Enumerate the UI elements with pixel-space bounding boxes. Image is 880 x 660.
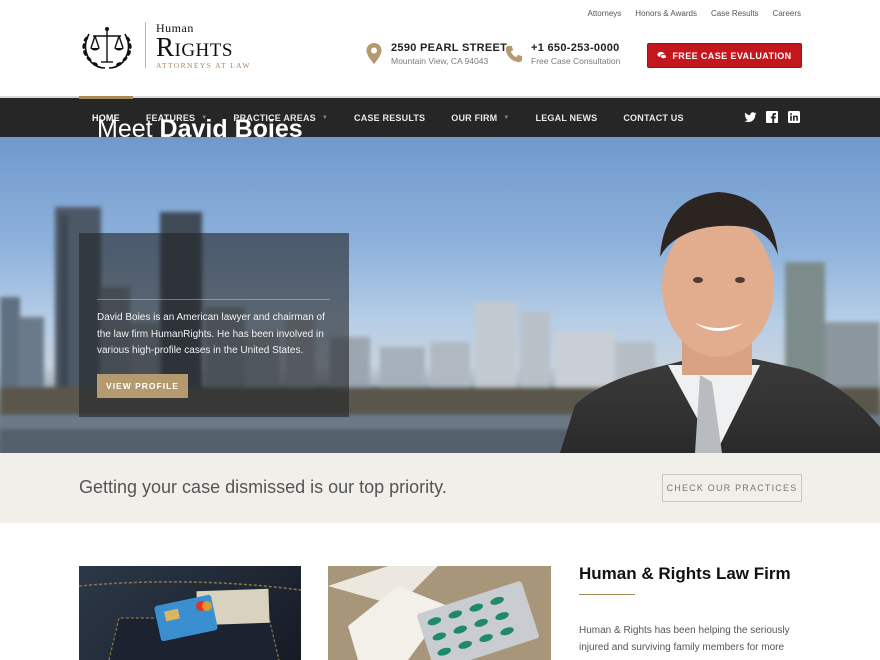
jeans-pocket-photo	[79, 581, 301, 660]
address-city: Mountain View, CA 94043	[391, 56, 489, 66]
top-link-case-results[interactable]: Case Results	[711, 9, 759, 18]
chevron-down-icon: ▼	[503, 114, 510, 121]
thumbnail-medication[interactable]	[328, 566, 551, 660]
nav-item-label: OUR FIRM	[451, 112, 498, 123]
chat-bubbles-icon	[657, 51, 668, 60]
logo-divider	[145, 22, 146, 68]
hero-description: David Boies is an American lawyer and ch…	[97, 312, 325, 356]
social-links	[743, 110, 801, 124]
chevron-down-icon: ▼	[321, 114, 329, 121]
hero-divider	[97, 299, 330, 300]
hero-title-bold: David Boies	[159, 115, 303, 143]
address-street: 2590 PEARL STREET	[391, 42, 508, 54]
logo-tagline: ATTORNEYS AT LAW	[156, 61, 251, 70]
logo-word-rights: Rights	[156, 32, 233, 62]
tagline-text: Getting your case dismissed is our top p…	[79, 477, 447, 497]
nav-item-legal-news[interactable]: LEGAL NEWS	[523, 98, 611, 137]
pill-blister-photo	[328, 566, 551, 660]
nav-item-our-firm[interactable]: OUR FIRM ▼	[438, 98, 522, 137]
check-our-practices-button[interactable]: CHECK OUR PRACTICES	[662, 474, 802, 502]
address-block: 2590 PEARL STREET Mountain View, CA 9404…	[365, 42, 507, 68]
tagline-band: Getting your case dismissed is our top p…	[0, 453, 880, 523]
scales-of-justice-icon	[82, 27, 132, 69]
linkedin-icon[interactable]	[787, 110, 801, 124]
top-links: Attorneys Honors & Awards Case Results C…	[588, 9, 802, 18]
top-link-attorneys[interactable]: Attorneys	[588, 9, 622, 18]
free-case-evaluation-label: FREE CASE EVALUATION	[672, 50, 792, 61]
site-logo[interactable]: Human Rights ATTORNEYS AT LAW	[79, 22, 251, 72]
top-link-careers[interactable]: Careers	[773, 9, 801, 18]
hero-title-light: Meet	[97, 115, 153, 143]
nav-item-label: LEGAL NEWS	[535, 112, 598, 123]
logo-text: Human Rights ATTORNEYS AT LAW	[156, 22, 251, 71]
view-profile-button[interactable]: VIEW PROFILE	[97, 374, 188, 398]
phone-block: +1 650-253-0000 Free Case Consultation	[505, 42, 620, 68]
top-link-honors-awards[interactable]: Honors & Awards	[635, 9, 697, 18]
hero-banner	[0, 137, 880, 453]
firm-section-title: Human & Rights Law Firm	[579, 564, 791, 583]
facebook-icon[interactable]	[765, 110, 779, 124]
phone-icon	[505, 45, 523, 63]
firm-section-text: Human & Rights has been helping the seri…	[579, 625, 790, 653]
nav-item-case-results[interactable]: CASE RESULTS	[341, 98, 438, 137]
phone-number[interactable]: +1 650-253-0000	[531, 42, 620, 55]
nav-item-contact-us[interactable]: CONTACT US	[610, 98, 696, 137]
twitter-icon[interactable]	[743, 110, 757, 124]
free-case-evaluation-button[interactable]: FREE CASE EVALUATION	[647, 43, 802, 68]
nav-item-label: CONTACT US	[623, 112, 684, 123]
thumbnail-wallet-pocket[interactable]	[79, 566, 301, 660]
nav-item-label: CASE RESULTS	[354, 112, 426, 123]
firm-title-underline	[579, 594, 635, 595]
map-pin-icon	[366, 43, 382, 64]
site-header: Attorneys Honors & Awards Case Results C…	[0, 0, 880, 96]
hero-title: Meet David Boies	[97, 115, 303, 144]
phone-caption: Free Case Consultation	[531, 56, 621, 66]
